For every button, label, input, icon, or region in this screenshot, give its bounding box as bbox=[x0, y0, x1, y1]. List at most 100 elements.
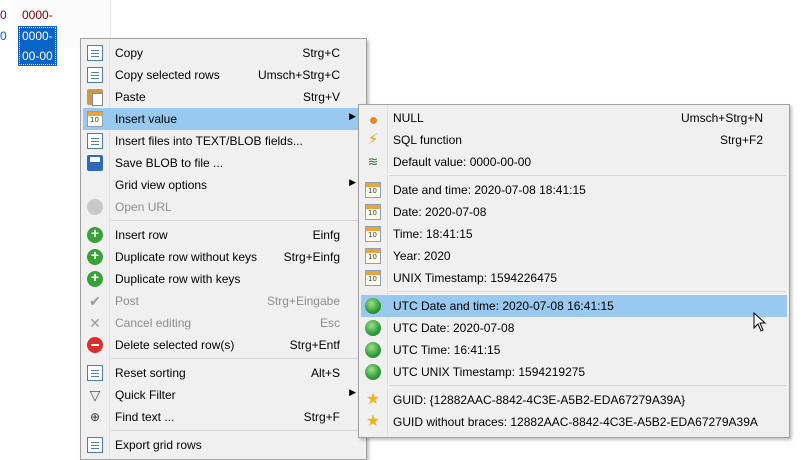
submenu-arrow-icon: ▶ bbox=[349, 111, 356, 121]
menu-item-insert-value[interactable]: Insert value ▶ bbox=[83, 108, 364, 130]
menu-separator bbox=[389, 175, 786, 176]
row-number: 0 bbox=[0, 8, 7, 22]
menu-item-label: Insert files into TEXT/BLOB fields... bbox=[115, 134, 303, 148]
menu-item-delete-rows[interactable]: Delete selected row(s) Strg+Entf bbox=[83, 334, 364, 356]
close-icon: ✕ bbox=[89, 315, 101, 331]
submenu-item-sql-function[interactable]: ⚡ SQL function Strg+F2 bbox=[361, 129, 787, 151]
menu-item-label: Copy bbox=[115, 46, 144, 60]
menu-item-label: Year: 2020 bbox=[393, 249, 451, 263]
submenu-item-utc-date-and-time[interactable]: UTC Date and time: 2020-07-08 16:41:15 bbox=[361, 295, 787, 317]
calendar-icon bbox=[365, 270, 381, 286]
menu-item-insert-row[interactable]: Insert row Einfg bbox=[83, 224, 364, 246]
menu-item-label: SQL function bbox=[393, 133, 462, 147]
menu-item-cancel-editing[interactable]: ✕ Cancel editing Esc bbox=[83, 312, 364, 334]
globe-icon bbox=[365, 320, 381, 336]
insert-value-submenu: NULL Umsch+Strg+N ⚡ SQL function Strg+F2… bbox=[358, 104, 790, 438]
menu-item-label: GUID without braces: 12882AAC-8842-4C3E-… bbox=[393, 415, 758, 429]
menu-item-label: Insert value bbox=[115, 112, 178, 126]
menu-item-label: Post bbox=[115, 294, 140, 308]
menu-item-label: UNIX Timestamp: 1594226475 bbox=[393, 271, 558, 285]
submenu-item-date[interactable]: Date: 2020-07-08 bbox=[361, 201, 787, 223]
star-icon: ★ bbox=[365, 413, 381, 430]
menu-separator bbox=[389, 291, 786, 292]
menu-item-shortcut: Strg+Einfg bbox=[283, 250, 340, 264]
menu-item-label: NULL bbox=[393, 111, 424, 125]
star-icon: ★ bbox=[365, 391, 381, 408]
menu-item-quick-filter[interactable]: ▽ Quick Filter ▶ bbox=[83, 384, 364, 406]
menu-item-label: Time: 18:41:15 bbox=[393, 227, 473, 241]
submenu-item-null[interactable]: NULL Umsch+Strg+N bbox=[361, 107, 787, 129]
save-icon bbox=[87, 155, 103, 171]
menu-item-shortcut: Strg+Eingabe bbox=[266, 294, 340, 308]
menu-item-reset-sorting[interactable]: Reset sorting Alt+S bbox=[83, 362, 364, 384]
menu-item-label: Insert row bbox=[115, 228, 168, 242]
filter-icon: ▽ bbox=[89, 387, 101, 403]
menu-item-export-grid-rows[interactable]: Export grid rows bbox=[83, 434, 364, 456]
menu-item-duplicate-with-keys[interactable]: Duplicate row with keys bbox=[83, 268, 364, 290]
menu-item-label: Reset sorting bbox=[115, 366, 186, 380]
menu-item-copy-selected-rows[interactable]: Copy selected rows Umsch+Strg+C bbox=[83, 64, 364, 86]
menu-item-label: Date: 2020-07-08 bbox=[393, 205, 487, 219]
menu-item-label: Copy selected rows bbox=[115, 68, 220, 82]
globe-icon bbox=[87, 199, 103, 215]
menu-item-grid-view-options[interactable]: Grid view options ▶ bbox=[83, 174, 364, 196]
globe-icon bbox=[365, 298, 381, 314]
menu-item-label: Find text ... bbox=[115, 410, 175, 424]
menu-item-label: Save BLOB to file ... bbox=[115, 156, 224, 170]
submenu-item-utc-time[interactable]: UTC Time: 16:41:15 bbox=[361, 339, 787, 361]
menu-item-label: GUID: {12882AAC-8842-4C3E-A5B2-EDA67279A… bbox=[393, 393, 686, 407]
menu-item-shortcut: Strg+V bbox=[302, 90, 340, 104]
submenu-arrow-icon: ▶ bbox=[349, 177, 356, 187]
row-number: 0 bbox=[0, 29, 7, 43]
menu-item-label: UTC Date: 2020-07-08 bbox=[393, 321, 515, 335]
context-menu: Copy Strg+C Copy selected rows Umsch+Str… bbox=[80, 38, 367, 460]
table-cell-selected[interactable]: 0000-00-00 bbox=[18, 26, 57, 66]
calendar-icon bbox=[365, 226, 381, 242]
menu-item-insert-files[interactable]: Insert files into TEXT/BLOB fields... bbox=[83, 130, 364, 152]
submenu-item-year[interactable]: Year: 2020 bbox=[361, 245, 787, 267]
menu-item-label: UTC Date and time: 2020-07-08 16:41:15 bbox=[393, 299, 614, 313]
export-icon bbox=[87, 437, 103, 453]
duplicate-row-icon bbox=[87, 247, 103, 265]
menu-item-save-blob[interactable]: Save BLOB to file ... bbox=[83, 152, 364, 174]
submenu-item-guid[interactable]: ★ GUID: {12882AAC-8842-4C3E-A5B2-EDA6727… bbox=[361, 389, 787, 411]
submenu-item-default-value[interactable]: ≋ Default value: 0000-00-00 bbox=[361, 151, 787, 173]
binoculars-icon: ⊕ bbox=[89, 410, 101, 424]
menu-item-label: Grid view options bbox=[115, 178, 208, 192]
menu-item-shortcut: Strg+Entf bbox=[289, 338, 340, 352]
copy-rows-icon bbox=[87, 67, 103, 83]
menu-item-post[interactable]: ✔ Post Strg+Eingabe bbox=[83, 290, 364, 312]
menu-item-label: Export grid rows bbox=[115, 438, 202, 452]
lightning-icon: ⚡ bbox=[367, 131, 379, 148]
menu-item-paste[interactable]: Paste Strg+V bbox=[83, 86, 364, 108]
menu-item-label: Delete selected row(s) bbox=[115, 338, 235, 352]
menu-item-label: Paste bbox=[115, 90, 146, 104]
paste-icon bbox=[87, 89, 103, 106]
menu-separator bbox=[111, 358, 363, 359]
submenu-item-unix-timestamp[interactable]: UNIX Timestamp: 1594226475 bbox=[361, 267, 787, 289]
menu-item-label: UTC Time: 16:41:15 bbox=[393, 343, 501, 357]
menu-item-label: Cancel editing bbox=[115, 316, 192, 330]
menu-item-find-text[interactable]: ⊕ Find text ... Strg+F bbox=[83, 406, 364, 428]
submenu-item-date-and-time[interactable]: Date and time: 2020-07-08 18:41:15 bbox=[361, 179, 787, 201]
submenu-item-utc-unix-timestamp[interactable]: UTC UNIX Timestamp: 1594219275 bbox=[361, 361, 787, 383]
menu-item-label: Default value: 0000-00-00 bbox=[393, 155, 532, 169]
menu-separator bbox=[111, 430, 363, 431]
menu-item-shortcut: Alt+S bbox=[310, 366, 340, 380]
submenu-item-guid-without-braces[interactable]: ★ GUID without braces: 12882AAC-8842-4C3… bbox=[361, 411, 787, 433]
menu-item-label: Duplicate row without keys bbox=[115, 250, 258, 264]
insert-file-icon bbox=[87, 133, 103, 149]
submenu-item-utc-date[interactable]: UTC Date: 2020-07-08 bbox=[361, 317, 787, 339]
menu-item-shortcut: Einfg bbox=[312, 228, 340, 242]
null-icon bbox=[365, 110, 381, 126]
menu-item-open-url[interactable]: Open URL bbox=[83, 196, 364, 218]
menu-item-duplicate-without-keys[interactable]: Duplicate row without keys Strg+Einfg bbox=[83, 246, 364, 268]
menu-item-label: UTC UNIX Timestamp: 1594219275 bbox=[393, 365, 586, 379]
menu-item-shortcut: Strg+F bbox=[303, 410, 340, 424]
copy-icon bbox=[87, 45, 103, 61]
menu-separator bbox=[111, 220, 363, 221]
submenu-item-time[interactable]: Time: 18:41:15 bbox=[361, 223, 787, 245]
menu-item-copy[interactable]: Copy Strg+C bbox=[83, 42, 364, 64]
globe-icon bbox=[365, 364, 381, 380]
menu-item-label: Duplicate row with keys bbox=[115, 272, 241, 286]
